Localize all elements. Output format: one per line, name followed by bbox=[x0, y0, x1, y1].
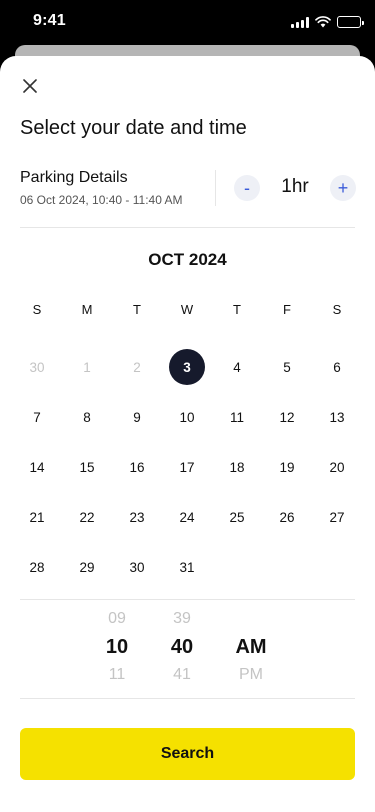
divider bbox=[20, 698, 355, 699]
calendar-day[interactable]: 5 bbox=[262, 342, 312, 392]
status-bar: 9:41 bbox=[0, 0, 375, 44]
calendar-day[interactable]: 26 bbox=[262, 492, 312, 542]
hour-wheel[interactable]: 09 10 11 bbox=[87, 605, 147, 689]
calendar-day[interactable]: 31 bbox=[162, 542, 212, 592]
cellular-signal-icon bbox=[291, 16, 309, 28]
calendar-day[interactable]: 4 bbox=[212, 342, 262, 392]
period-selected: AM bbox=[235, 636, 267, 658]
close-icon bbox=[23, 79, 37, 93]
weekday-label: S bbox=[332, 302, 342, 317]
time-picker: 09 10 11 39 40 41 AM PM bbox=[0, 605, 375, 699]
date-time-sheet: Select your date and time Parking Detail… bbox=[0, 56, 375, 812]
hour-prev: 09 bbox=[108, 610, 126, 627]
calendar-grid: 30 1 2 3 4 5 6 7 8 9 10 11 12 13 14 15 1… bbox=[12, 342, 362, 592]
duration-stepper: - 1hr + bbox=[234, 175, 356, 201]
calendar-day[interactable]: 11 bbox=[212, 392, 262, 442]
hour-selected: 10 bbox=[105, 636, 129, 658]
parking-details: Parking Details 06 Oct 2024, 10:40 - 11:… bbox=[20, 169, 183, 207]
calendar-day[interactable]: 22 bbox=[62, 492, 112, 542]
calendar-day[interactable]: 30 bbox=[112, 542, 162, 592]
increase-duration-button[interactable]: + bbox=[330, 175, 356, 201]
calendar-day[interactable]: 18 bbox=[212, 442, 262, 492]
calendar-day[interactable]: 7 bbox=[12, 392, 62, 442]
calendar-day[interactable]: 8 bbox=[62, 392, 112, 442]
calendar-day[interactable]: 16 bbox=[112, 442, 162, 492]
divider bbox=[20, 227, 355, 228]
calendar-day[interactable]: 28 bbox=[12, 542, 62, 592]
calendar-day[interactable]: 17 bbox=[162, 442, 212, 492]
weekday-label: T bbox=[233, 302, 241, 317]
weekday-label: S bbox=[32, 302, 42, 317]
parking-details-time: 06 Oct 2024, 10:40 - 11:40 AM bbox=[20, 193, 183, 207]
close-button[interactable] bbox=[20, 76, 40, 96]
minute-next: 41 bbox=[173, 666, 191, 683]
minute-prev: 39 bbox=[173, 610, 191, 627]
status-time: 9:41 bbox=[33, 12, 66, 29]
calendar-day[interactable]: 10 bbox=[162, 392, 212, 442]
calendar-day[interactable]: 9 bbox=[112, 392, 162, 442]
wifi-icon bbox=[315, 16, 331, 28]
hour-next: 11 bbox=[108, 666, 126, 683]
calendar-day[interactable]: 19 bbox=[262, 442, 312, 492]
calendar-day[interactable]: 20 bbox=[312, 442, 362, 492]
calendar-day[interactable]: 15 bbox=[62, 442, 112, 492]
calendar-day[interactable]: 25 bbox=[212, 492, 262, 542]
period-prev bbox=[221, 605, 281, 633]
calendar-month-title: OCT 2024 bbox=[148, 250, 227, 269]
period-wheel[interactable]: AM PM bbox=[221, 605, 281, 689]
calendar-day[interactable]: 13 bbox=[312, 392, 362, 442]
battery-icon bbox=[337, 16, 364, 28]
sheet-title: Select your date and time bbox=[20, 117, 247, 139]
status-icons bbox=[291, 15, 364, 29]
minute-wheel[interactable]: 39 40 41 bbox=[152, 605, 212, 689]
parking-details-title: Parking Details bbox=[20, 169, 128, 186]
minute-selected: 40 bbox=[170, 636, 194, 658]
calendar-day-outside: 30 bbox=[29, 359, 45, 375]
calendar-day[interactable]: 12 bbox=[262, 392, 312, 442]
period-next: PM bbox=[239, 666, 263, 683]
weekday-label: T bbox=[133, 302, 141, 317]
divider bbox=[20, 599, 355, 600]
calendar-day-disabled: 1 bbox=[83, 359, 91, 375]
weekday-label: W bbox=[180, 302, 194, 317]
details-divider bbox=[215, 170, 216, 206]
calendar-day-selected[interactable]: 3 bbox=[162, 342, 212, 392]
calendar-day[interactable]: 27 bbox=[312, 492, 362, 542]
calendar-day[interactable]: 6 bbox=[312, 342, 362, 392]
calendar-day-disabled: 2 bbox=[133, 359, 141, 375]
weekday-header: S M T W T F S bbox=[12, 302, 362, 317]
weekday-label: M bbox=[81, 302, 93, 317]
calendar-day[interactable]: 14 bbox=[12, 442, 62, 492]
weekday-label: F bbox=[283, 302, 291, 317]
calendar-day[interactable]: 24 bbox=[162, 492, 212, 542]
calendar-day[interactable]: 21 bbox=[12, 492, 62, 542]
calendar-day[interactable]: 29 bbox=[62, 542, 112, 592]
calendar-day[interactable]: 23 bbox=[112, 492, 162, 542]
search-button[interactable]: Search bbox=[20, 728, 355, 780]
